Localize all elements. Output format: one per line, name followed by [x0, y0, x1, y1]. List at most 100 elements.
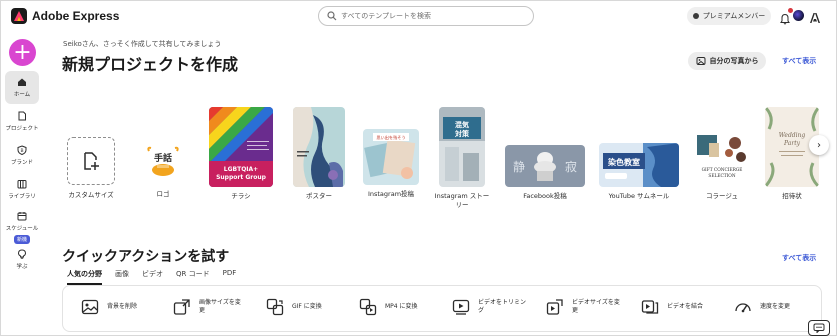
template-label: ポスター — [306, 192, 332, 200]
poster-thumbnail — [293, 107, 345, 187]
instagram-story-thumbnail: 混気 対策 — [439, 107, 485, 187]
template-label: ロゴ — [156, 190, 170, 198]
template-invitation[interactable]: Wedding Party 招待状 — [765, 107, 819, 201]
template-flyer[interactable]: LGBTQIA+ Support Group チラシ — [209, 107, 273, 201]
template-custom-size[interactable]: カスタムサイズ — [63, 137, 119, 200]
nav-item-learn[interactable]: 学ぶ — [5, 249, 39, 270]
template-poster[interactable]: ポスター — [293, 107, 345, 201]
nav-item-label: スケジュール — [5, 226, 39, 232]
adobe-apps-button[interactable] — [809, 9, 821, 23]
nav-item-label: 学ぶ — [16, 264, 28, 270]
quick-action-merge-video[interactable]: ビデオを結合 — [641, 298, 711, 316]
rainbow-flyer-image: LGBTQIA+ Support Group — [209, 107, 273, 187]
quick-action-convert-gif[interactable]: GIF に変換 — [266, 298, 328, 316]
quick-action-trim-video[interactable]: ビデオをトリミング — [452, 298, 526, 316]
app-title: Adobe Express — [32, 9, 120, 23]
plus-icon: + — [13, 39, 32, 65]
nav-item-library[interactable]: ライブラリ — [5, 179, 39, 200]
speed-icon — [735, 303, 751, 313]
svg-text:混気: 混気 — [455, 120, 469, 129]
instagram-post-thumb-text: 思い出を残そう — [376, 134, 405, 141]
search-icon — [327, 11, 337, 21]
library-icon — [17, 180, 27, 189]
quick-action-label: GIF に変換 — [292, 302, 322, 310]
nav-item-brand[interactable]: B ブランド — [5, 145, 39, 166]
template-label: YouTube サムネール — [608, 192, 670, 200]
lightbulb-icon — [17, 249, 27, 259]
template-label: Instagram ストーリー — [434, 192, 490, 210]
svg-text:Party: Party — [783, 140, 801, 147]
quick-action-resize-image[interactable]: 画像サイズを変更 — [173, 298, 245, 316]
avatar[interactable] — [793, 10, 804, 21]
custom-size-thumbnail — [67, 137, 115, 185]
template-instagram-story[interactable]: 混気 対策 Instagram ストーリー — [434, 107, 490, 210]
template-youtube-thumbnail[interactable]: 染色教室 YouTube サムネール — [599, 143, 679, 201]
tab-popular[interactable]: 人気の分野 — [67, 269, 102, 285]
premium-member-button[interactable]: プレミアムメンバー — [687, 7, 771, 25]
quick-action-resize-video[interactable]: ビデオサイズを変更 — [546, 298, 620, 316]
top-bar: Adobe Express プレミアムメンバー — [1, 1, 837, 31]
quick-action-remove-background[interactable]: 背景を削除 — [81, 298, 151, 316]
svg-text:静: 静 — [513, 160, 525, 174]
flyer-thumbnail: LGBTQIA+ Support Group — [209, 107, 273, 187]
quick-action-convert-mp4[interactable]: MP4 に変換 — [359, 298, 423, 316]
from-my-photos-button[interactable]: 自分の写真から — [688, 52, 766, 70]
nav-item-label: ブランド — [10, 160, 33, 166]
svg-text:対策: 対策 — [454, 129, 470, 138]
trim-video-icon — [452, 299, 470, 315]
poster-image — [293, 107, 345, 187]
tab-pdf[interactable]: PDF — [223, 269, 237, 285]
youtube-thumbnail-thumbnail: 染色教室 — [599, 143, 679, 187]
svg-text:Support Group: Support Group — [216, 174, 266, 181]
svg-text:Wedding: Wedding — [779, 132, 806, 139]
quick-action-label: ビデオを結合 — [667, 302, 704, 310]
mp4-convert-icon — [359, 298, 377, 316]
nav-item-schedule[interactable]: スケジュール 新機 — [5, 211, 39, 244]
template-logo[interactable]: 手話 ロゴ — [140, 139, 186, 199]
template-collage[interactable]: GIFT CONCIERGE SELECTION コラージュ — [695, 133, 749, 201]
left-navigation: + ホーム プロジェクト B ブランド ライブラリ スケジュール 新機 学ぶ — [1, 31, 43, 336]
logo-thumbnail: 手話 — [141, 139, 185, 183]
nav-item-projects[interactable]: プロジェクト — [5, 111, 39, 132]
nav-item-home[interactable]: ホーム — [5, 71, 39, 104]
notifications-button[interactable] — [779, 8, 793, 25]
tab-qr-code[interactable]: QR コード — [176, 269, 210, 285]
page-title: 新規プロジェクトを作成 — [62, 55, 239, 74]
new-badge: 新機 — [13, 235, 30, 244]
resize-image-icon — [173, 299, 190, 315]
chat-button[interactable] — [808, 320, 830, 336]
collage-image: GIFT CONCIERGE SELECTION — [695, 133, 749, 187]
search-input[interactable] — [341, 12, 521, 20]
svg-text:B: B — [20, 148, 23, 154]
quick-actions-see-all-link[interactable]: すべて表示 — [782, 253, 816, 263]
nav-item-label: プロジェクト — [5, 126, 39, 132]
sign-language-logo-icon: 手話 — [147, 146, 179, 176]
quick-action-change-speed[interactable]: 速度を変更 — [734, 298, 800, 316]
tab-video[interactable]: ビデオ — [142, 269, 163, 285]
notification-badge — [788, 8, 793, 13]
photos-button-label: 自分の写真から — [709, 57, 759, 65]
svg-text:染色教室: 染色教室 — [607, 157, 640, 167]
template-label: カスタムサイズ — [68, 191, 114, 199]
svg-text:LGBTQIA+: LGBTQIA+ — [224, 166, 258, 173]
template-facebook-post[interactable]: 静 寂 Facebook投稿 — [505, 145, 585, 201]
template-instagram-post[interactable]: 思い出を残そう Instagram投稿 — [363, 129, 419, 199]
quick-action-label: ビデオをトリミング — [478, 298, 527, 314]
photo-icon — [696, 57, 705, 65]
svg-text:GIFT CONCIERGE: GIFT CONCIERGE — [702, 168, 743, 173]
remove-background-icon — [81, 299, 99, 315]
quick-actions-tabs: 人気の分野 画像 ビデオ QR コード PDF — [67, 269, 249, 285]
instagram-post-image: 思い出を残そう — [363, 129, 419, 185]
search-bar[interactable] — [318, 6, 534, 26]
svg-text:寂: 寂 — [565, 159, 577, 174]
collage-thumbnail: GIFT CONCIERGE SELECTION — [695, 133, 749, 187]
nav-item-label: ホーム — [13, 92, 31, 98]
create-new-button[interactable]: + — [9, 39, 36, 66]
carousel-next-button[interactable]: › — [809, 135, 829, 155]
adobe-express-logo-icon[interactable] — [11, 8, 27, 24]
tab-image[interactable]: 画像 — [115, 269, 129, 285]
home-icon — [18, 78, 26, 86]
see-all-link[interactable]: すべて表示 — [782, 56, 816, 66]
quick-action-label: 速度を変更 — [760, 302, 791, 310]
instagram-story-image: 混気 対策 — [439, 107, 485, 187]
